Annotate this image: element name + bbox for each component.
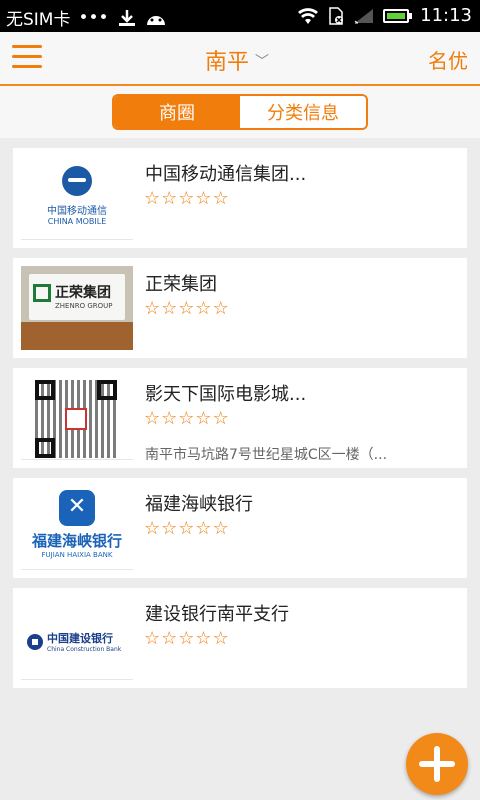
- star-icon: ☆: [195, 298, 212, 319]
- star-icon: ☆: [144, 298, 161, 319]
- merchant-title: 正荣集团: [145, 274, 217, 295]
- star-icon: ☆: [195, 408, 212, 429]
- merchant-title: 中国移动通信集团...: [145, 164, 307, 185]
- city-selector[interactable]: 南平 ﹀: [205, 44, 269, 76]
- star-icon: ☆: [212, 188, 229, 209]
- star-icon: ☆: [161, 188, 178, 209]
- list-item[interactable]: 中国建设银行 China Construction Bank 建设银行南平支行 …: [13, 588, 467, 688]
- star-icon: ☆: [195, 188, 212, 209]
- rating-stars: ☆ ☆ ☆ ☆ ☆: [144, 520, 229, 538]
- merchant-logo: [21, 376, 133, 460]
- qr-code-icon: [35, 380, 117, 458]
- status-bar: 无SIM卡 ••• 11:13: [0, 0, 480, 32]
- rating-stars: ☆ ☆ ☆ ☆ ☆: [144, 190, 229, 208]
- wifi-icon: [298, 7, 319, 24]
- merchant-logo: 福建海峡银行 FUJIAN HAIXIA BANK: [21, 486, 133, 570]
- sim-icon: [329, 6, 344, 25]
- star-icon: ☆: [195, 518, 212, 539]
- merchant-title: 建设银行南平支行: [145, 604, 289, 625]
- haixia-bank-logo-icon: [59, 490, 95, 526]
- star-icon: ☆: [212, 298, 229, 319]
- download-icon: [118, 9, 135, 26]
- star-icon: ☆: [144, 188, 161, 209]
- merchant-address: 南平市马坑路7号世纪星城C区一楼（...: [145, 447, 388, 463]
- tab-business-district[interactable]: 商圈: [114, 96, 240, 128]
- star-icon: ☆: [161, 628, 178, 649]
- rating-stars: ☆ ☆ ☆ ☆ ☆: [144, 300, 229, 318]
- tab-classified-info[interactable]: 分类信息: [240, 96, 366, 128]
- china-mobile-logo-icon: [62, 166, 92, 196]
- android-icon: [146, 15, 165, 25]
- chevron-down-icon: ﹀: [255, 54, 270, 70]
- zhenro-logo-icon: [33, 284, 51, 302]
- app-header: 南平 ﹀ 名优: [0, 32, 480, 86]
- rating-stars: ☆ ☆ ☆ ☆ ☆: [144, 630, 229, 648]
- list-item[interactable]: 中国移动通信 CHINA MOBILE 中国移动通信集团... ☆ ☆ ☆ ☆ ☆: [13, 148, 467, 248]
- merchant-logo: 正荣集团 ZHENRO GROUP: [21, 266, 133, 350]
- famous-button[interactable]: 名优: [428, 45, 468, 74]
- merchant-logo: 中国建设银行 China Construction Bank: [21, 596, 133, 680]
- star-icon: ☆: [144, 408, 161, 429]
- star-icon: ☆: [144, 518, 161, 539]
- list-item[interactable]: 福建海峡银行 FUJIAN HAIXIA BANK 福建海峡银行 ☆☆☆☆☆: [13, 478, 467, 578]
- rating-stars: ☆ ☆ ☆ ☆ ☆: [144, 410, 229, 428]
- city-label: 南平: [205, 50, 250, 75]
- merchant-title: 影天下国际电影城...: [145, 384, 307, 405]
- merchant-title: 福建海峡银行: [145, 494, 253, 515]
- tab-bar: 商圈 分类信息: [0, 86, 480, 138]
- menu-icon[interactable]: [12, 45, 42, 69]
- star-icon: ☆: [178, 188, 195, 209]
- merchant-logo: 中国移动通信 CHINA MOBILE: [21, 156, 133, 240]
- star-icon: ☆: [178, 628, 195, 649]
- star-icon: ☆: [161, 298, 178, 319]
- signal-icon: [354, 8, 374, 23]
- carrier-text: 无SIM卡: [6, 10, 71, 30]
- segmented-control: 商圈 分类信息: [112, 94, 368, 130]
- star-icon: ☆: [195, 628, 212, 649]
- star-icon: ☆: [212, 518, 229, 539]
- star-icon: ☆: [161, 518, 178, 539]
- star-icon: ☆: [178, 298, 195, 319]
- star-icon: ☆: [178, 518, 195, 539]
- list-item[interactable]: 正荣集团 ZHENRO GROUP 正荣集团 ☆ ☆ ☆ ☆ ☆: [13, 258, 467, 358]
- notification-dots: •••: [78, 7, 109, 28]
- clock: 11:13: [420, 5, 472, 26]
- list-item[interactable]: 影天下国际电影城... ☆ ☆ ☆ ☆ ☆ 南平市马坑路7号世纪星城C区一楼（...: [13, 368, 467, 468]
- star-icon: ☆: [212, 628, 229, 649]
- ccb-logo-icon: [27, 633, 43, 650]
- add-button[interactable]: [406, 733, 468, 795]
- star-icon: ☆: [144, 628, 161, 649]
- star-icon: ☆: [212, 408, 229, 429]
- battery-icon: [383, 8, 410, 23]
- star-icon: ☆: [178, 408, 195, 429]
- star-icon: ☆: [161, 408, 178, 429]
